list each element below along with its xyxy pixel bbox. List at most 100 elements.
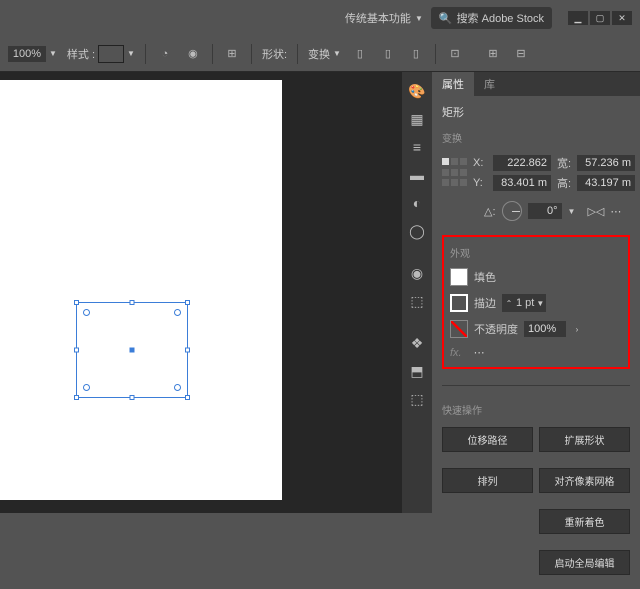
panel-tabs: 属性 库 <box>432 72 640 96</box>
more-options-icon[interactable]: ⋯ <box>474 346 485 359</box>
flip-h-icon[interactable]: ▷◁ <box>587 205 604 218</box>
shape-label: 形状: <box>262 46 287 62</box>
divider <box>145 44 146 64</box>
isolate-icon[interactable]: ⊡ <box>446 45 464 63</box>
align-left-icon[interactable]: ▯ <box>351 45 369 63</box>
graphic-styles-icon[interactable]: ⬚ <box>404 288 430 314</box>
maximize-button[interactable]: ▢ <box>590 11 610 25</box>
transform-row-1: X: 222.862 宽: 57.236 m Y: 83.401 m 高: 43… <box>442 155 630 191</box>
object-type-label: 矩形 <box>442 104 630 120</box>
options-bar: 100% ▼ 样式 : ▼ ◔ ◉ ⊞ 形状: 变换 ▼ ▯ ▯ ▯ ⊡ ⊞ ⊟ <box>0 36 640 72</box>
color-panel-icon[interactable]: 🎨 <box>404 78 430 104</box>
search-placeholder: 搜索 Adobe Stock <box>457 10 544 26</box>
corner-widget-se[interactable] <box>174 384 181 391</box>
appearance-label: 外观 <box>450 245 622 260</box>
w-label: 宽: <box>557 155 571 171</box>
resize-handle-nw[interactable] <box>74 300 79 305</box>
align-center-icon[interactable]: ▯ <box>379 45 397 63</box>
artboards-panel-icon[interactable]: ⬚ <box>404 386 430 412</box>
divider <box>251 44 252 64</box>
opacity-field[interactable]: 100% ▼ <box>8 46 57 62</box>
angle-row: △: 0° ▼ ▷◁ ⋯ <box>442 201 630 221</box>
stroke-swatch[interactable] <box>450 294 468 312</box>
search-icon: 🔍 <box>439 12 453 25</box>
style-field[interactable]: 样式 : ▼ <box>67 45 135 63</box>
main-area: 🎨 ▦ ≡ ▬ ◐ ◯ ◉ ⬚ ❖ ⬒ ⬚ 属性 库 矩形 变换 <box>0 72 640 513</box>
resize-handle-sw[interactable] <box>74 395 79 400</box>
width-input[interactable]: 57.236 m <box>577 155 635 171</box>
stroke-weight-field[interactable]: ⌃ 1 pt ▼ <box>502 294 546 312</box>
stroke-panel-icon[interactable]: ▬ <box>404 162 430 188</box>
chevron-down-icon: ▼ <box>49 49 57 58</box>
resize-handle-s[interactable] <box>130 395 135 400</box>
opacity-input[interactable]: 100% <box>524 321 566 337</box>
angle-input[interactable]: 0° <box>528 203 562 219</box>
opacity-swatch[interactable] <box>450 320 468 338</box>
opacity-more-icon[interactable]: › <box>572 321 582 337</box>
style-swatch[interactable] <box>98 45 124 63</box>
transform-section-label: 变换 <box>442 130 630 145</box>
window-controls: ▁ ▢ ✕ <box>568 11 632 25</box>
appearance-panel-icon[interactable]: ◉ <box>404 260 430 286</box>
arrange-docs-icon[interactable]: ⊞ <box>484 45 502 63</box>
palette-icon[interactable]: ◔ <box>156 45 174 63</box>
chevron-down-icon: ▼ <box>127 49 135 58</box>
tab-properties[interactable]: 属性 <box>432 72 474 96</box>
transform-field[interactable]: 变换 ▼ <box>308 46 341 62</box>
workspace-switcher[interactable]: 传统基本功能 ▼ <box>345 10 423 26</box>
asset-export-icon[interactable]: ⬒ <box>404 358 430 384</box>
fill-swatch[interactable] <box>450 268 468 286</box>
minimize-button[interactable]: ▁ <box>568 11 588 25</box>
resize-handle-se[interactable] <box>185 395 190 400</box>
resize-handle-ne[interactable] <box>185 300 190 305</box>
align-right-icon[interactable]: ▯ <box>407 45 425 63</box>
h-label: 高: <box>557 175 571 191</box>
resize-handle-n[interactable] <box>130 300 135 305</box>
chevron-down-icon: ▼ <box>568 207 576 216</box>
layers-panel-icon[interactable]: ❖ <box>404 330 430 356</box>
style-label: 样式 : <box>67 46 95 62</box>
reference-point[interactable] <box>442 158 467 188</box>
tab-library[interactable]: 库 <box>474 72 505 96</box>
gradient-panel-icon[interactable]: ◐ <box>404 190 430 216</box>
arrange-button[interactable]: 排列 <box>442 468 533 493</box>
selected-rectangle[interactable] <box>76 302 188 398</box>
opacity-value[interactable]: 100% <box>8 46 46 62</box>
close-button[interactable]: ✕ <box>612 11 632 25</box>
artboard[interactable] <box>0 80 282 500</box>
swatches-panel-icon[interactable]: ▦ <box>404 106 430 132</box>
x-input[interactable]: 222.862 <box>493 155 551 171</box>
brushes-panel-icon[interactable]: ≡ <box>404 134 430 160</box>
corner-widget-nw[interactable] <box>83 309 90 316</box>
stock-search[interactable]: 🔍 搜索 Adobe Stock <box>431 7 552 29</box>
properties-panel: 属性 库 矩形 变换 X: 222.862 宽: 57.236 m <box>432 72 640 513</box>
align-icon[interactable]: ⊞ <box>223 45 241 63</box>
stroke-weight-value[interactable]: 1 pt <box>516 297 534 309</box>
divider <box>435 44 436 64</box>
stepper-down-icon[interactable]: ⌃ <box>504 295 514 311</box>
recolor-icon[interactable]: ◉ <box>184 45 202 63</box>
prefs-icon[interactable]: ⊟ <box>512 45 530 63</box>
chevron-down-icon: ▼ <box>415 14 423 23</box>
corner-widget-ne[interactable] <box>174 309 181 316</box>
height-input[interactable]: 43.197 m <box>577 175 635 191</box>
dock-column: 🎨 ▦ ≡ ▬ ◐ ◯ ◉ ⬚ ❖ ⬒ ⬚ <box>402 72 432 513</box>
opacity-label: 不透明度 <box>474 321 518 337</box>
resize-handle-w[interactable] <box>74 348 79 353</box>
more-options-icon[interactable]: ⋯ <box>610 205 621 218</box>
y-input[interactable]: 83.401 m <box>493 175 551 191</box>
align-pixel-button[interactable]: 对齐像素网格 <box>539 468 630 493</box>
expand-shape-button[interactable]: 扩展形状 <box>539 427 630 452</box>
app-topbar: 传统基本功能 ▼ 🔍 搜索 Adobe Stock ▁ ▢ ✕ <box>0 0 640 36</box>
stroke-label: 描边 <box>474 295 496 311</box>
global-edit-button[interactable]: 启动全局编辑 <box>539 550 630 575</box>
transparency-panel-icon[interactable]: ◯ <box>404 218 430 244</box>
offset-path-button[interactable]: 位移路径 <box>442 427 533 452</box>
fx-button[interactable]: fx. <box>450 347 462 359</box>
canvas-area[interactable] <box>0 72 402 513</box>
center-point <box>130 348 135 353</box>
y-label: Y: <box>473 177 487 189</box>
resize-handle-e[interactable] <box>185 348 190 353</box>
corner-widget-sw[interactable] <box>83 384 90 391</box>
angle-dial[interactable] <box>502 201 522 221</box>
